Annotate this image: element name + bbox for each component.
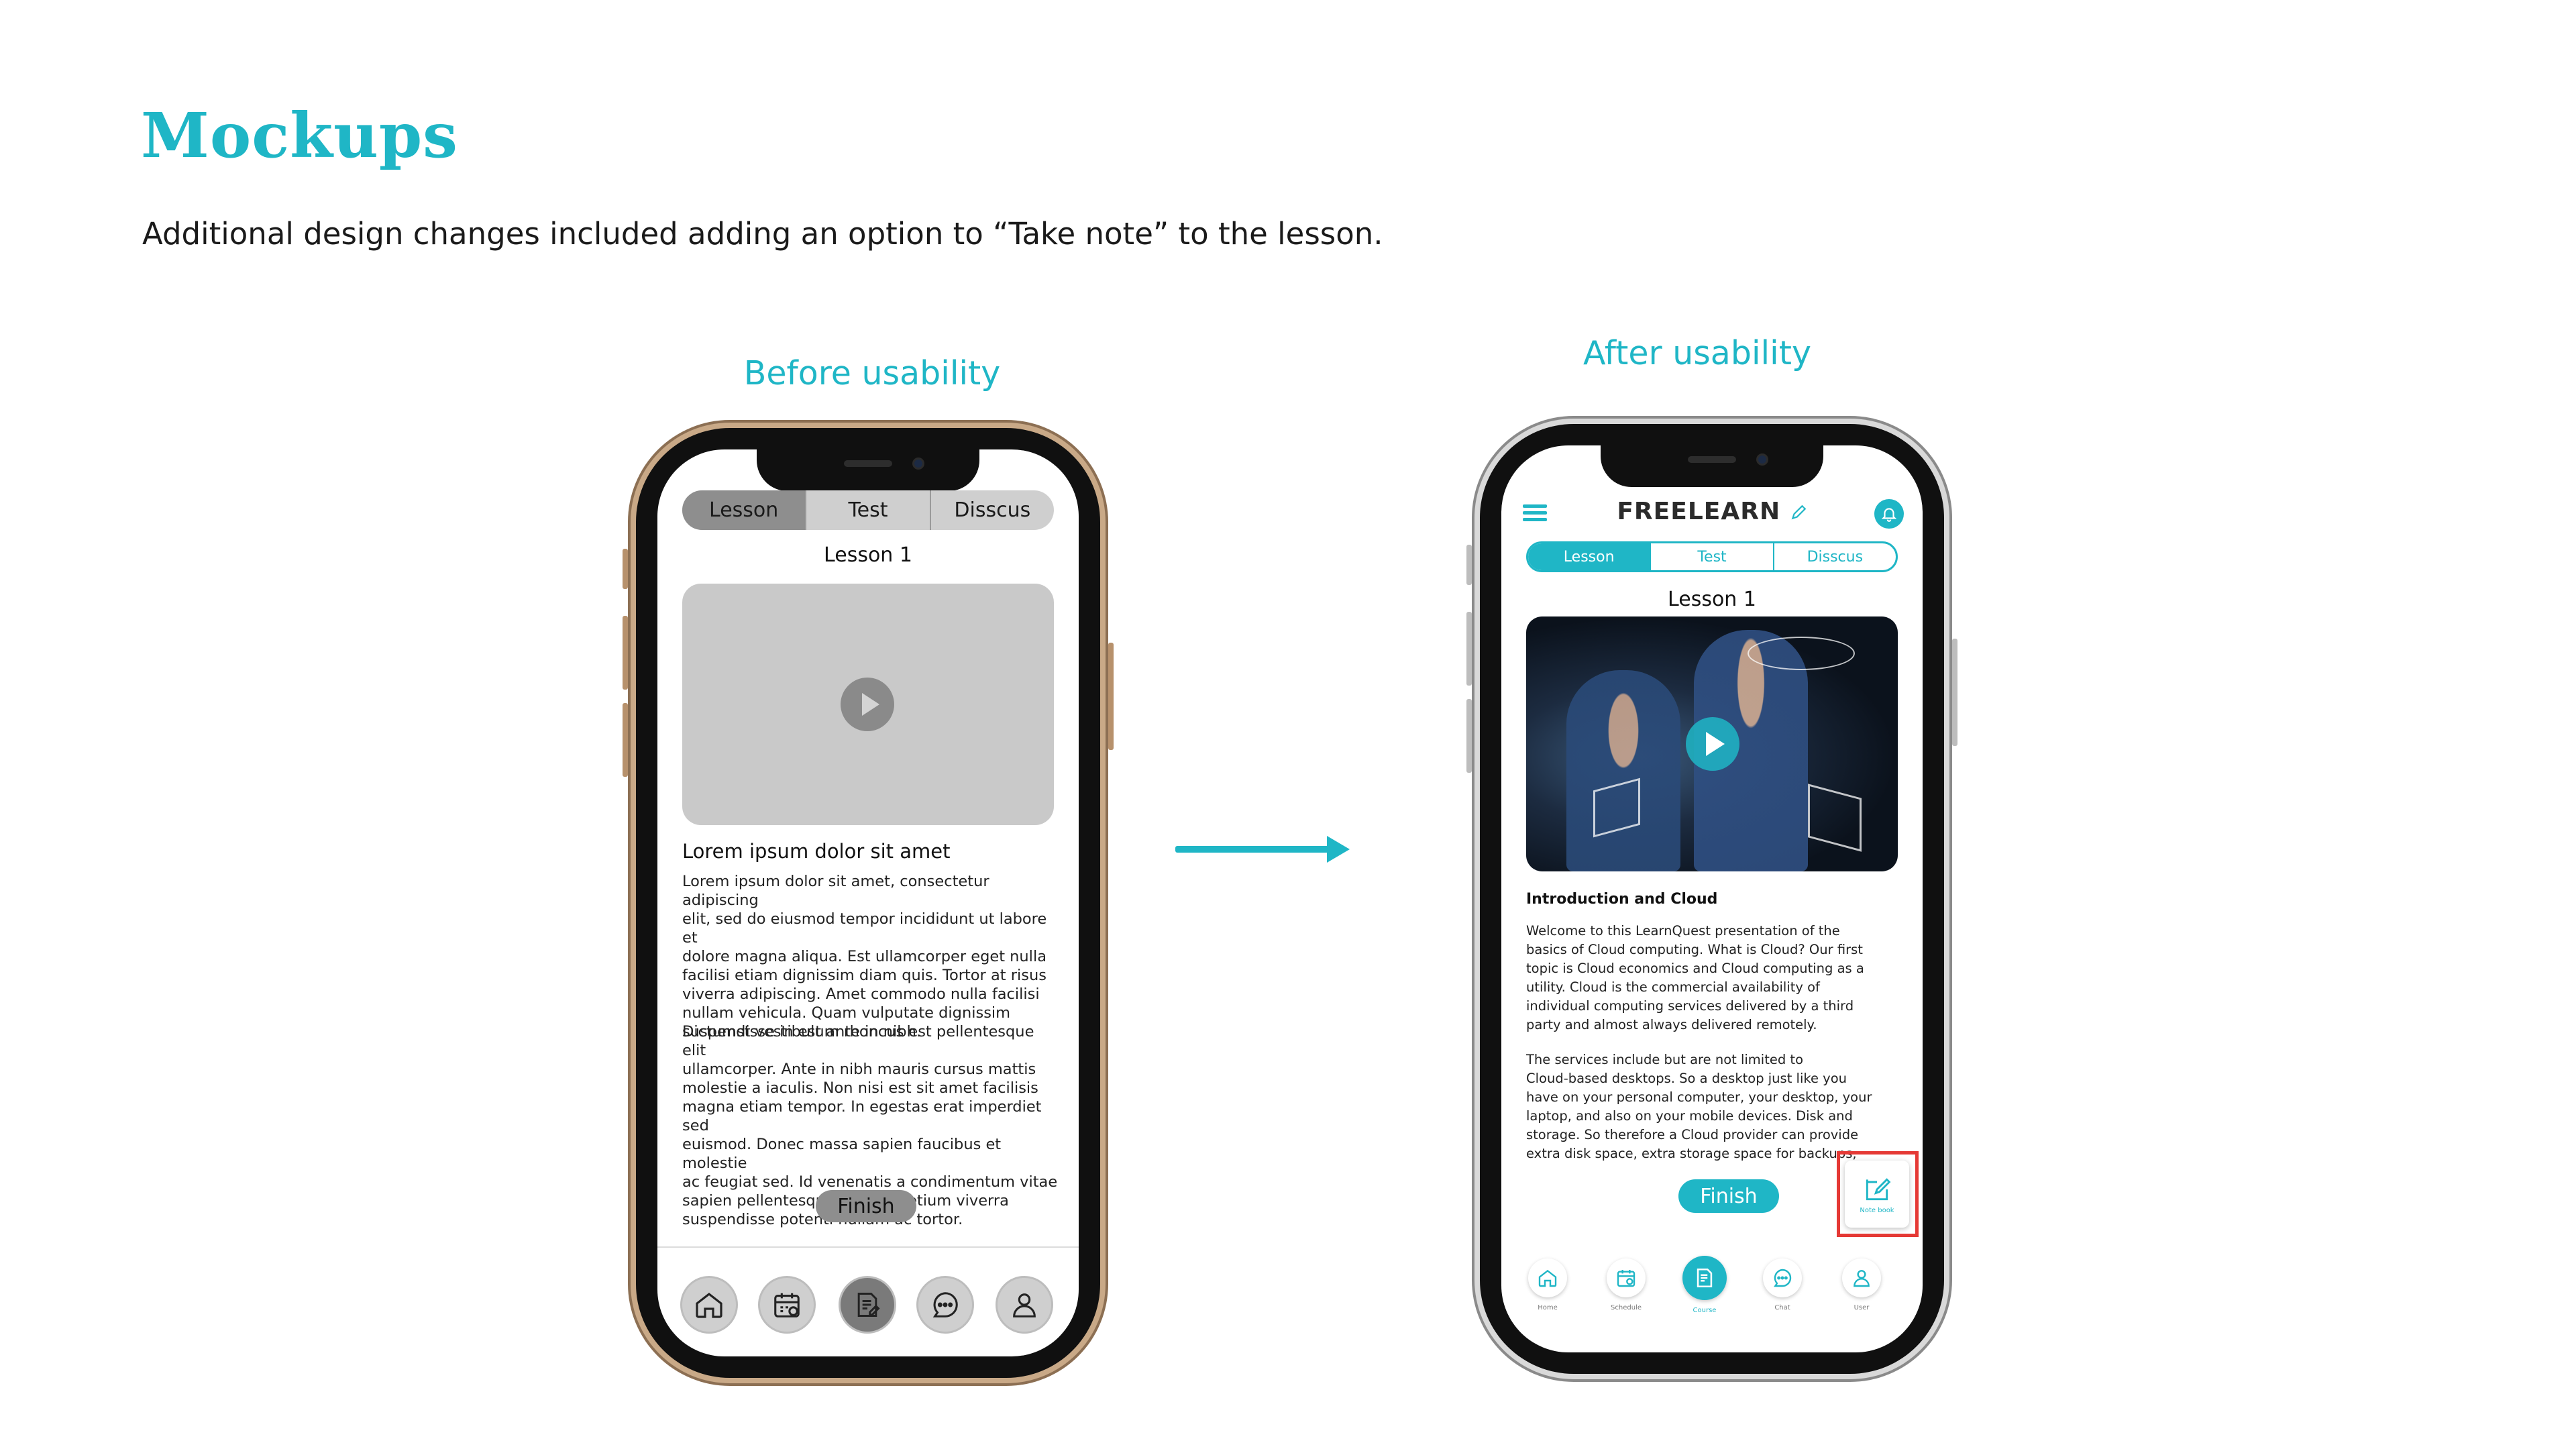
home-icon (1528, 1258, 1567, 1297)
nav-item-home[interactable]: Home (1517, 1258, 1578, 1311)
content-paragraph-1: Lorem ipsum dolor sit amet, consectetur … (682, 873, 1047, 1040)
finish-button[interactable]: Finish (1678, 1179, 1779, 1213)
bell-icon[interactable] (1874, 499, 1904, 529)
nav-item-chat[interactable]: Chat (1752, 1258, 1813, 1311)
before-screen: Lesson Test Disscus Lesson 1 Lorem ipsum… (657, 449, 1079, 1356)
content-heading: Introduction and Cloud (1526, 891, 1718, 908)
brand-logo: FREELEARN (1501, 498, 1923, 525)
nav-label: Schedule (1611, 1304, 1642, 1311)
home-icon[interactable] (680, 1276, 738, 1334)
app-header: FREELEARN (1501, 486, 1923, 533)
after-usability-heading: After usability (1582, 334, 1811, 372)
play-icon[interactable] (1686, 717, 1739, 771)
page-title: Mockups (141, 99, 458, 172)
user-icon[interactable] (996, 1276, 1053, 1334)
notebook-label: Note book (1860, 1206, 1894, 1214)
nav-label: Chat (1774, 1304, 1790, 1311)
calendar-icon[interactable] (758, 1276, 816, 1334)
tab-test[interactable]: Test (806, 490, 931, 530)
tab-discuss[interactable]: Disscus (931, 490, 1054, 530)
lesson-title: Lesson 1 (1668, 588, 1756, 611)
nav-label: Course (1693, 1307, 1717, 1314)
before-tab-bar: Lesson Test Disscus (682, 490, 1054, 530)
after-tab-bar: Lesson Test Disscus (1526, 541, 1898, 572)
calendar-icon (1607, 1258, 1646, 1297)
bottom-nav: Home Schedule Course Chat User (1501, 1256, 1923, 1332)
before-phone: Lesson Test Disscus Lesson 1 Lorem ipsum… (623, 428, 1114, 1378)
chat-icon (1763, 1258, 1802, 1297)
lesson-video[interactable] (1526, 616, 1898, 871)
nav-item-course[interactable]: Course (1674, 1256, 1735, 1314)
chat-icon[interactable] (916, 1276, 974, 1334)
course-icon[interactable] (839, 1276, 896, 1334)
after-phone: FREELEARN Lesson Test Disscus Lesson 1 I… (1466, 424, 1957, 1374)
nav-label: User (1854, 1304, 1870, 1311)
user-icon (1842, 1258, 1881, 1297)
play-icon[interactable] (841, 678, 894, 731)
nav-item-user[interactable]: User (1831, 1258, 1892, 1311)
after-screen: FREELEARN Lesson Test Disscus Lesson 1 I… (1501, 445, 1923, 1352)
course-icon (1682, 1256, 1727, 1300)
content-heading: Lorem ipsum dolor sit amet (682, 840, 951, 863)
nav-item-schedule[interactable]: Schedule (1596, 1258, 1656, 1311)
lesson-title: Lesson 1 (824, 543, 912, 567)
pencil-icon (1791, 504, 1806, 520)
edit-note-icon (1866, 1177, 1891, 1200)
video-placeholder[interactable] (682, 584, 1054, 825)
tab-test[interactable]: Test (1651, 543, 1774, 570)
tab-discuss[interactable]: Disscus (1774, 543, 1896, 570)
page-subtitle: Additional design changes included addin… (142, 216, 1383, 252)
tab-lesson[interactable]: Lesson (682, 490, 807, 530)
content-paragraph-2: The services include but are not limited… (1526, 1052, 1872, 1161)
bottom-nav (657, 1276, 1079, 1336)
tab-lesson[interactable]: Lesson (1528, 543, 1652, 570)
nav-label: Home (1538, 1304, 1558, 1311)
finish-button[interactable]: Finish (816, 1190, 916, 1222)
content-paragraph-1: Welcome to this LearnQuest presentation … (1526, 923, 1864, 1032)
nav-divider (657, 1246, 1079, 1248)
before-usability-heading: Before usability (743, 354, 1001, 392)
notebook-button[interactable]: Note book (1845, 1161, 1909, 1228)
